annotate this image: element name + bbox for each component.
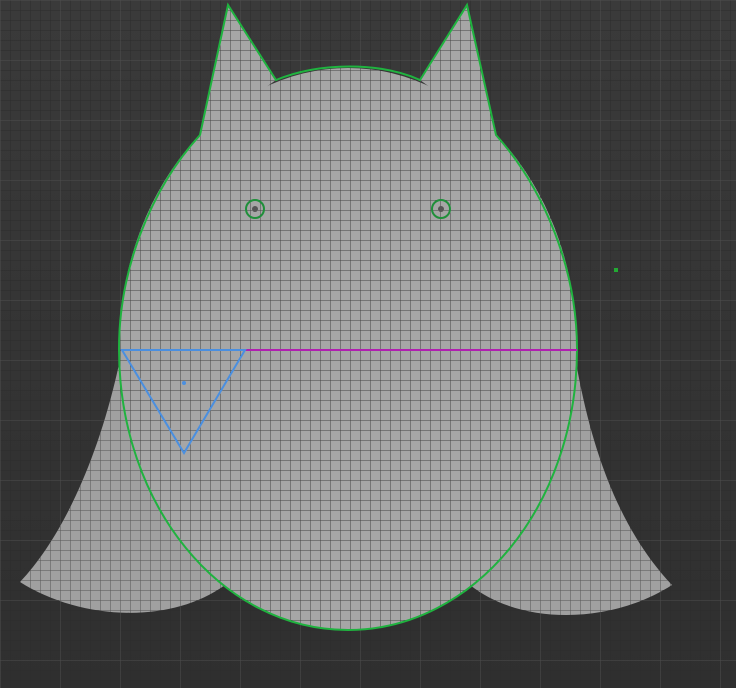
scene-svg[interactable] (0, 0, 736, 688)
canvas-viewport[interactable] (0, 0, 736, 688)
pivot-point[interactable] (614, 268, 618, 272)
